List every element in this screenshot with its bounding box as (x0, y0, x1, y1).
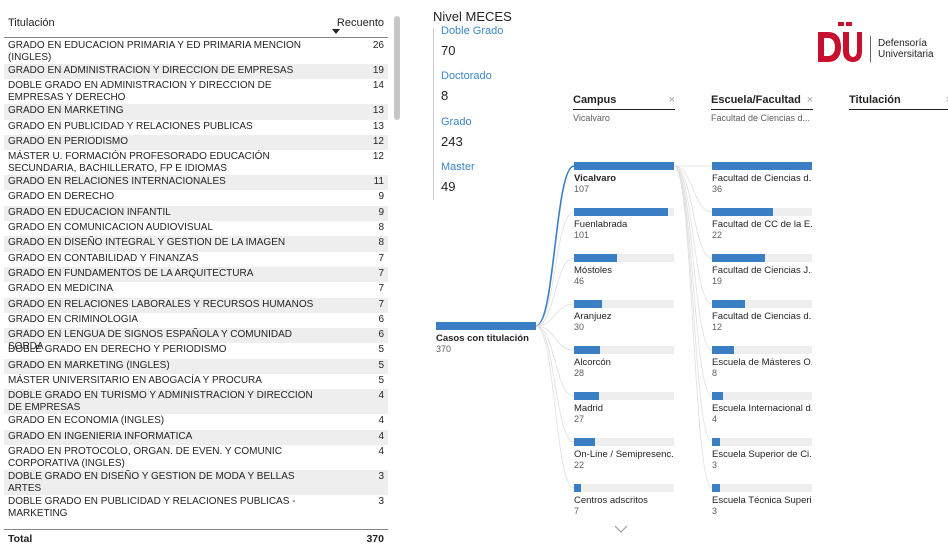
node-value: 30 (574, 322, 585, 332)
node-value: 12 (712, 322, 723, 332)
bar-fill (574, 254, 617, 262)
chevron-down-icon[interactable] (614, 524, 628, 534)
node-value: 3 (712, 506, 718, 516)
bar-fill (574, 300, 602, 308)
bar-fill (712, 162, 812, 170)
bar-fill (574, 438, 595, 446)
bar-fill (712, 438, 720, 446)
campus-selected-label: Vicalvaro (573, 113, 610, 123)
node-value: 28 (574, 368, 585, 378)
column-title: Campus (573, 94, 617, 106)
close-icon[interactable]: × (669, 94, 675, 106)
bar-track (574, 484, 674, 492)
root-to-campus-link (535, 325, 575, 489)
bar-fill (574, 208, 668, 216)
node-label: Escuela Técnica Superi... (712, 495, 812, 506)
bar-track (712, 484, 812, 492)
bar-fill (574, 484, 581, 492)
column-header-campus[interactable]: Campus × (573, 94, 675, 110)
node-label: On-Line / Semipresenc... (574, 449, 674, 460)
root-to-vicalvaro-link (535, 165, 575, 327)
campus-to-escuela-link (673, 165, 713, 259)
root-to-campus-link (535, 325, 575, 443)
bar-fill (712, 392, 723, 400)
node-value: 27 (574, 414, 585, 424)
close-icon[interactable]: × (807, 94, 813, 106)
root-to-campus-link (535, 303, 575, 327)
node-label: Casos con titulación (436, 333, 529, 344)
node-label: Facultad de Ciencias J... (712, 265, 812, 276)
bar-fill (712, 346, 734, 354)
node-label: Madrid (574, 403, 604, 414)
column-header-titulacion[interactable]: Titulación × (849, 94, 948, 110)
campus-to-escuela-link (673, 165, 713, 443)
node-value: 22 (712, 230, 723, 240)
bar-fill (436, 322, 536, 330)
node-value: 46 (574, 276, 585, 286)
node-value: 101 (574, 230, 590, 240)
bar-fill (574, 162, 674, 170)
node-value: 36 (712, 184, 723, 194)
node-label: Móstoles (574, 265, 613, 276)
campus-to-escuela-link (673, 165, 713, 397)
bar-fill (712, 484, 720, 492)
node-label: Escuela Superior de Ci... (712, 449, 812, 460)
node-value: 8 (712, 368, 718, 378)
node-value: 22 (574, 460, 585, 470)
node-value: 370 (436, 344, 452, 354)
node-label: Aranjuez (574, 311, 612, 322)
root-to-campus-link (535, 211, 575, 327)
bar-track (712, 392, 812, 400)
node-label: Fuenlabrada (574, 219, 628, 230)
node-value: 107 (574, 184, 590, 194)
node-value: 4 (712, 414, 718, 424)
node-label: Alcorcón (574, 357, 611, 368)
node-value: 3 (712, 460, 718, 470)
bar-fill (574, 392, 599, 400)
column-title: Escuela/Facultad (711, 94, 801, 106)
bar-fill (712, 300, 745, 308)
bar-track (712, 438, 812, 446)
node-label: Escuela de Másteres O... (712, 357, 812, 368)
node-label: Facultad de Ciencias d... (712, 173, 812, 184)
node-label: Facultad de Ciencias d... (712, 311, 812, 322)
node-value: 19 (712, 276, 723, 286)
node-value: 7 (574, 506, 580, 516)
column-title: Titulación (849, 94, 901, 106)
node-label: Facultad de CC de la E... (712, 219, 812, 230)
bar-fill (712, 208, 773, 216)
node-label: Centros adscritos (574, 495, 648, 506)
bar-fill (712, 254, 765, 262)
node-label: Vicalvaro (574, 173, 617, 184)
column-header-escuela[interactable]: Escuela/Facultad × (711, 94, 813, 110)
campus-to-escuela-link (673, 165, 713, 489)
node-label: Escuela Internacional d... (712, 403, 812, 414)
escuela-selected-label: Facultad de Ciencias d... (711, 113, 811, 123)
bar-fill (574, 346, 600, 354)
